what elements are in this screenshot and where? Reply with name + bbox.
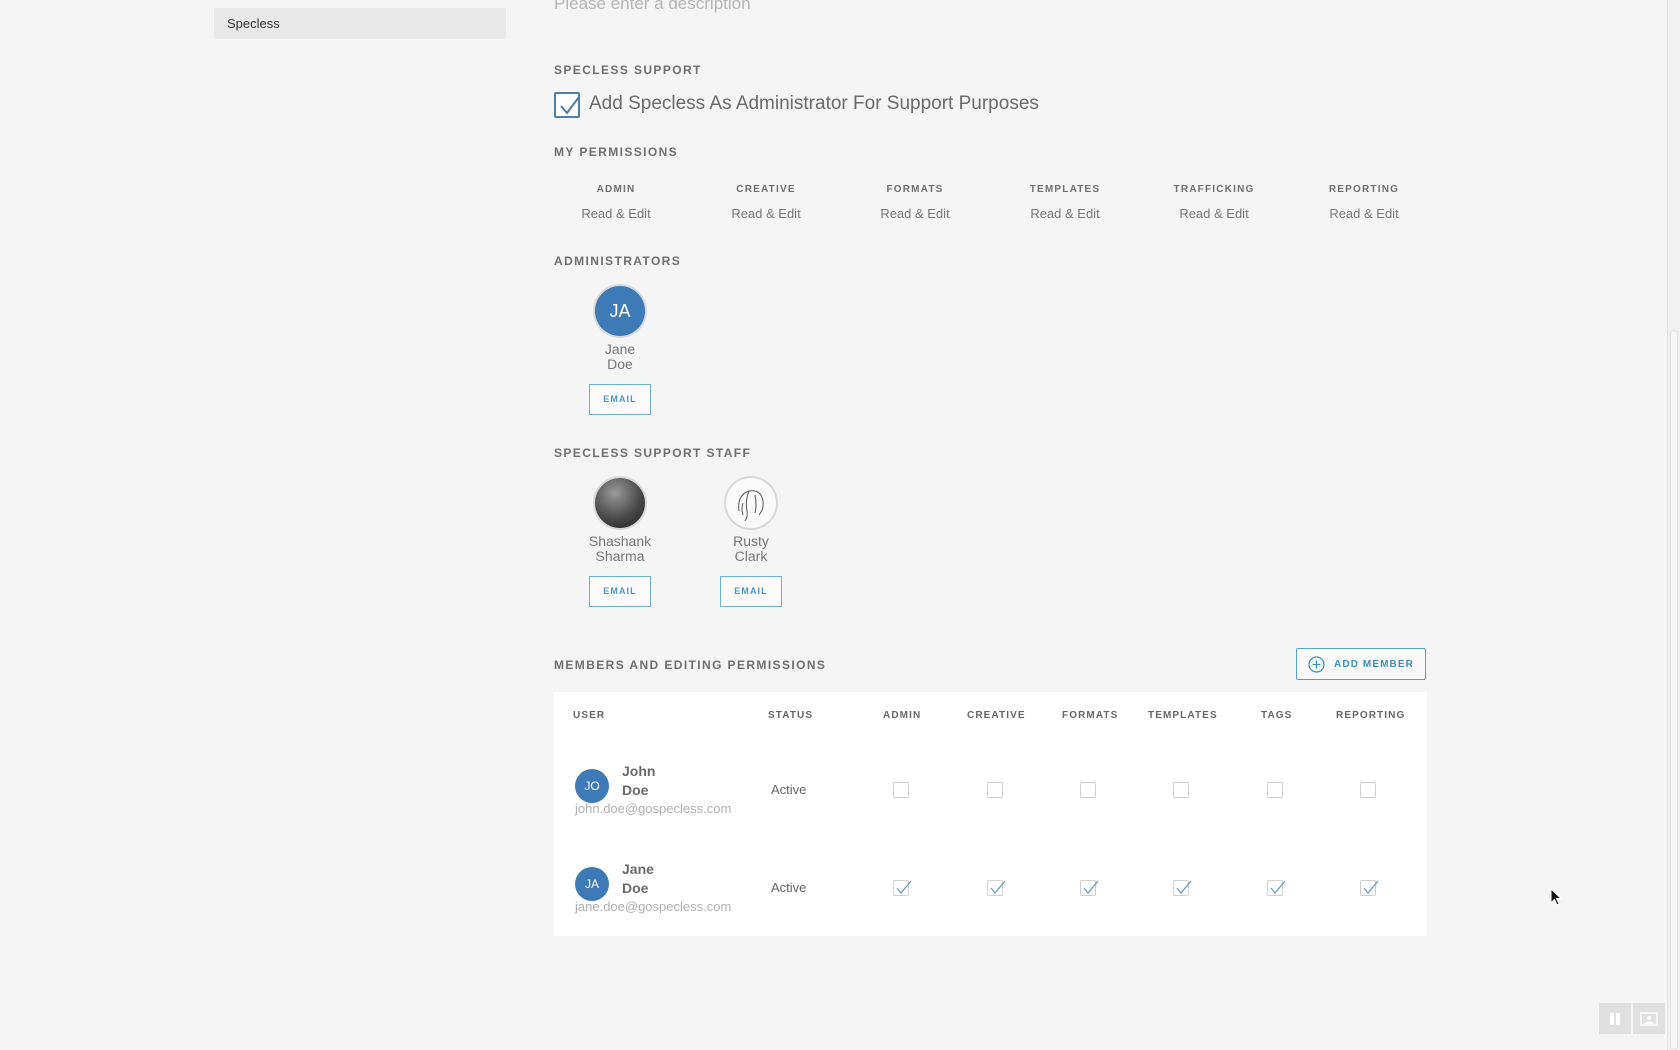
permission-header: TEMPLATES xyxy=(1029,184,1101,195)
specless-support-label: Add Specless As Administrator For Suppor… xyxy=(589,93,1039,114)
reporting-checkbox[interactable] xyxy=(1360,782,1376,798)
permission-trafficking: TRAFFICKING Read & Edit xyxy=(1139,184,1289,221)
permission-formats: FORMATS Read & Edit xyxy=(840,184,990,221)
permission-reporting: REPORTING Read & Edit xyxy=(1289,184,1439,221)
specless-support-checkbox[interactable] xyxy=(554,92,580,118)
permission-value: Read & Edit xyxy=(880,206,950,221)
member-email: jane.doe@gospecless.com xyxy=(575,899,732,914)
table-row: JA Jane Doe jane.doe@gospecless.com Acti… xyxy=(554,850,1427,948)
column-header-formats: FORMATS xyxy=(1062,710,1119,721)
admin-checkbox[interactable] xyxy=(893,880,912,896)
checkmark-icon xyxy=(896,880,912,895)
column-header-creative: CREATIVE xyxy=(967,710,1026,721)
table-row: JO John Doe john.doe@gospecless.com Acti… xyxy=(554,752,1427,850)
reporting-checkbox[interactable] xyxy=(1360,880,1379,896)
tags-checkbox[interactable] xyxy=(1267,880,1286,896)
permission-admin: ADMIN Read & Edit xyxy=(541,184,691,221)
email-button[interactable]: EMAIL xyxy=(589,576,651,607)
avatar xyxy=(726,478,776,528)
permission-header: FORMATS xyxy=(886,184,944,195)
permission-creative: CREATIVE Read & Edit xyxy=(691,184,841,221)
member-email: john.doe@gospecless.com xyxy=(575,801,732,816)
member-name: John Doe xyxy=(622,763,656,798)
members-table: USER STATUS ADMIN CREATIVE FORMATS TEMPL… xyxy=(554,692,1427,936)
specless-support-title: SPECLESS SUPPORT xyxy=(554,63,702,77)
checkmark-icon xyxy=(1176,880,1192,895)
members-title: MEMBERS AND EDITING PERMISSIONS xyxy=(554,658,827,672)
admin-checkbox[interactable] xyxy=(893,782,909,798)
column-header-status: STATUS xyxy=(768,710,814,721)
pause-button[interactable] xyxy=(1599,1003,1631,1034)
add-member-button[interactable]: ADD MEMBER xyxy=(1296,648,1426,680)
permission-value: Read & Edit xyxy=(731,206,801,221)
permission-value: Read & Edit xyxy=(1179,206,1249,221)
column-header-user: USER xyxy=(573,710,606,721)
avatar xyxy=(595,478,645,528)
member-status: Active xyxy=(771,880,807,895)
email-button[interactable]: EMAIL xyxy=(720,576,782,607)
permission-header: CREATIVE xyxy=(736,184,796,195)
member-name: Jane Doe xyxy=(622,861,654,896)
pause-icon xyxy=(1610,1012,1620,1025)
member-status: Active xyxy=(771,782,807,797)
avatar: JA xyxy=(575,867,609,901)
sidebar-item-specless[interactable]: Specless xyxy=(214,8,506,39)
checkmark-icon xyxy=(1363,880,1379,895)
permission-value: Read & Edit xyxy=(1030,206,1100,221)
templates-checkbox[interactable] xyxy=(1173,782,1189,798)
person-name: Rusty Clark xyxy=(733,533,769,564)
add-member-label: ADD MEMBER xyxy=(1334,658,1414,670)
column-header-templates: TEMPLATES xyxy=(1148,710,1218,721)
creative-checkbox[interactable] xyxy=(987,880,1006,896)
support-staff-title: SPECLESS SUPPORT STAFF xyxy=(554,446,752,460)
permission-header: ADMIN xyxy=(596,184,636,195)
permission-header: REPORTING xyxy=(1328,184,1400,195)
checkmark-icon xyxy=(1083,880,1099,895)
description-input[interactable]: Please enter a description xyxy=(554,0,751,14)
permission-templates: TEMPLATES Read & Edit xyxy=(990,184,1140,221)
scrollbar-thumb[interactable] xyxy=(1670,330,1678,1050)
person-name: Shashank Sharma xyxy=(588,533,652,564)
support-staff-card: Rusty Clark EMAIL xyxy=(706,478,796,607)
formats-checkbox[interactable] xyxy=(1080,782,1096,798)
picture-button[interactable] xyxy=(1633,1003,1665,1034)
permission-value: Read & Edit xyxy=(581,206,651,221)
elephant-icon xyxy=(738,490,764,522)
administrator-card: JA Jane Doe EMAIL xyxy=(575,286,665,415)
column-header-tags: TAGS xyxy=(1261,710,1293,721)
my-permissions-title: MY PERMISSIONS xyxy=(554,145,679,159)
plus-circle-icon xyxy=(1308,655,1325,673)
email-button[interactable]: EMAIL xyxy=(589,384,651,415)
permission-header: TRAFFICKING xyxy=(1173,184,1255,195)
permission-value: Read & Edit xyxy=(1329,206,1399,221)
creative-checkbox[interactable] xyxy=(987,782,1003,798)
templates-checkbox[interactable] xyxy=(1173,880,1192,896)
person-name: Jane Doe xyxy=(604,341,636,372)
avatar: JA xyxy=(595,286,645,336)
column-header-admin: ADMIN xyxy=(883,710,922,721)
mouse-cursor-icon xyxy=(1550,888,1562,906)
column-header-reporting: REPORTING xyxy=(1336,710,1406,721)
administrators-title: ADMINISTRATORS xyxy=(554,254,682,268)
checkmark-icon xyxy=(990,880,1006,895)
image-icon xyxy=(1640,1011,1658,1026)
tags-checkbox[interactable] xyxy=(1267,782,1283,798)
formats-checkbox[interactable] xyxy=(1080,880,1099,896)
checkmark-icon xyxy=(1270,880,1286,895)
checkmark-icon xyxy=(560,96,580,115)
support-staff-card: Shashank Sharma EMAIL xyxy=(575,478,665,607)
avatar: JO xyxy=(575,769,609,803)
